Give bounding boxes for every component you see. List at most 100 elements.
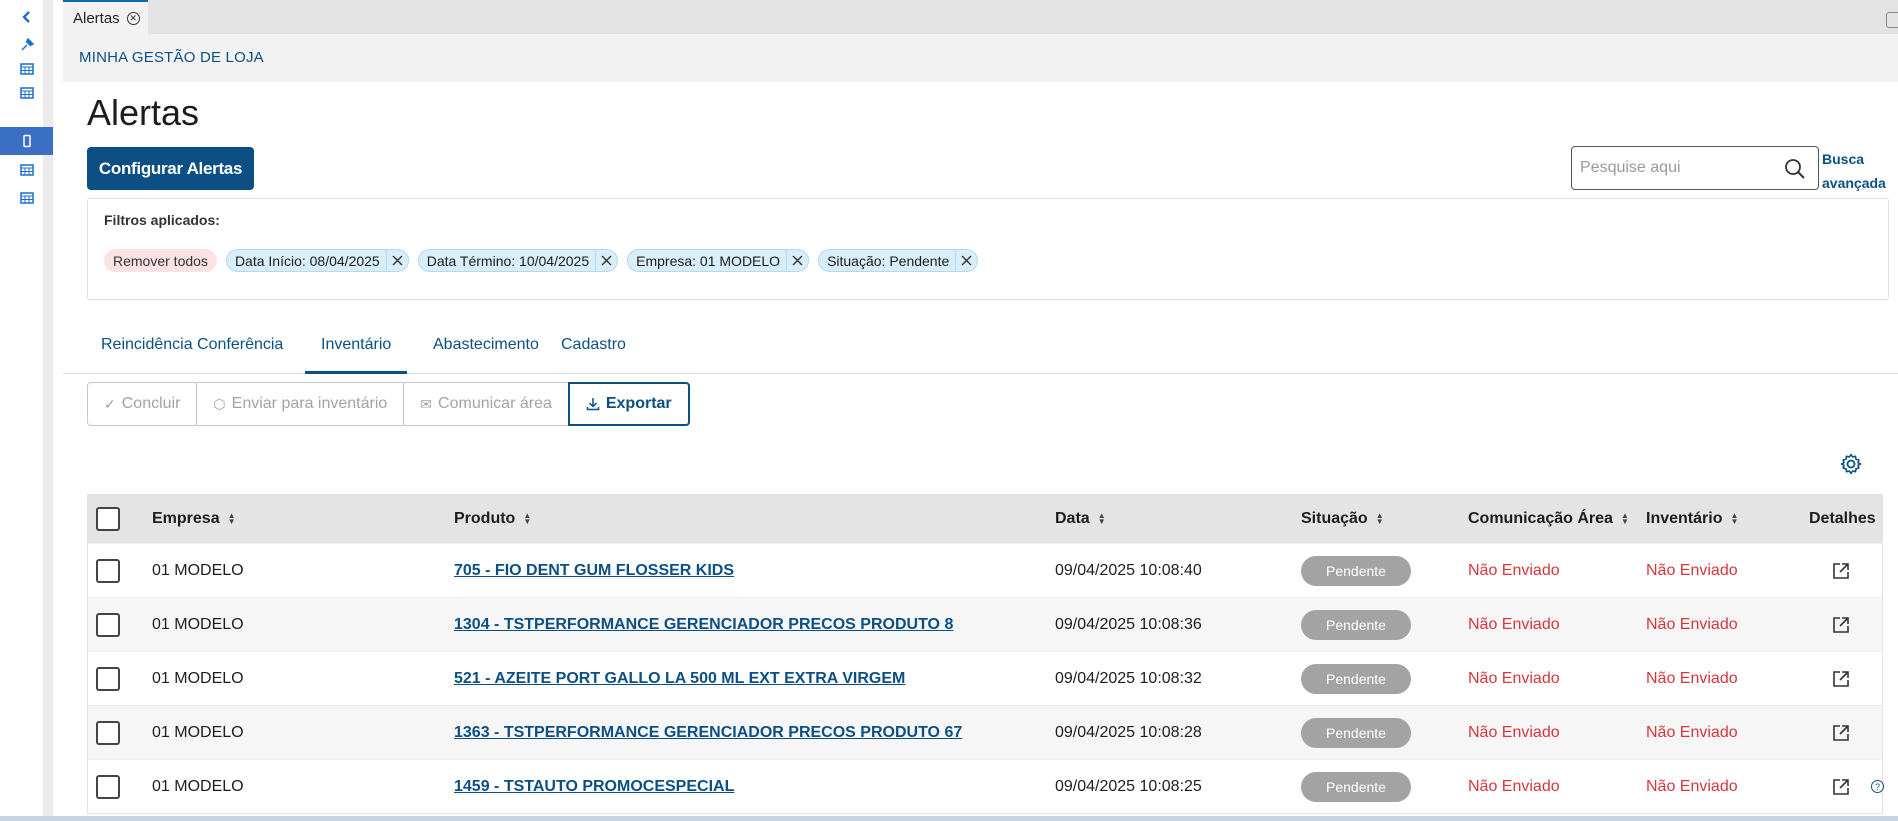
product-link[interactable]: 705 - FIO DENT GUM FLOSSER KIDS [454,544,734,597]
sort-icon[interactable]: ▲ ▼ [1621,512,1629,526]
send-to-inventory-button[interactable]: ⬡ Enviar para inventário [196,382,405,426]
close-tab-icon[interactable]: ✕ [126,11,140,25]
status-badge: Pendente [1301,609,1411,640]
external-link-icon[interactable] [1831,777,1851,797]
sort-icon[interactable]: ▲ ▼ [1376,512,1384,526]
window-tab-alertas[interactable]: Alertas ✕ [63,0,148,34]
table-row: 01 MODELO 705 - FIO DENT GUM FLOSSER KID… [88,543,1882,597]
tab-cadastro[interactable]: Cadastro [545,336,642,374]
tab-abastecimento[interactable]: Abastecimento [417,336,555,374]
sort-icon[interactable]: ▲ ▼ [1730,512,1738,526]
cell-comunicacao-area: Não Enviado [1468,777,1560,795]
cell-situacao: Pendente [1301,652,1411,705]
row-checkbox[interactable] [96,558,120,583]
external-link-icon[interactable] [1831,615,1851,635]
row-checkbox[interactable] [96,612,120,637]
chevron-left-icon [21,11,30,23]
sort-icon[interactable]: ▲ ▼ [523,512,531,526]
product-link[interactable]: 1363 - TSTPERFORMANCE GERENCIADOR PRECOS… [454,706,962,759]
filter-chip-start-date: Data Início: 08/04/2025 [225,249,409,272]
alerts-table: Empresa ▲ ▼ Produto ▲ ▼ Data ▲ ▼ Situação ▲ ▼ Co… [87,494,1883,814]
check-icon: ✓ [104,395,116,412]
export-label: Exportar [605,395,672,412]
cell-comunicacao-area: Não Enviado [1468,615,1560,633]
tab-reincidencia-conferencia[interactable]: Reincidência Conferência [85,336,299,374]
table-icon [19,87,34,99]
sort-icon[interactable]: ▲ ▼ [1098,512,1106,526]
box-icon: ⬡ [213,395,226,412]
row-checkbox[interactable] [96,774,120,799]
sidebar-item-table-3[interactable] [0,156,53,184]
product-link[interactable]: 1304 - TSTPERFORMANCE GERENCIADOR PRECOS… [454,598,953,651]
status-badge: Pendente [1301,771,1411,802]
configure-alerts-button[interactable]: Configurar Alertas [87,147,254,190]
cell-inventario: Não Enviado [1646,615,1738,633]
send-to-inventory-label: Enviar para inventário [231,395,388,412]
column-header-empresa[interactable]: Empresa ▲ ▼ [152,495,236,543]
cell-inventario: Não Enviado [1646,669,1738,687]
sidebar-item-mobile[interactable] [0,127,53,155]
remove-all-filters-button[interactable]: Remover todos [104,249,217,272]
table-row: 01 MODELO 1459 - TSTAUTO PROMOCESPECIAL … [88,759,1882,813]
column-header-inventario[interactable]: Inventário ▲ ▼ [1646,495,1738,543]
notify-area-button[interactable]: ✉ Comunicar área [403,382,569,426]
column-header-situacao[interactable]: Situação ▲ ▼ [1301,495,1384,543]
table-icon [19,164,34,176]
product-link[interactable]: 1459 - TSTAUTO PROMOCESPECIAL [454,760,734,813]
sidebar-item-table-4[interactable] [0,184,53,212]
applied-filters-panel: Filtros aplicados: Remover todos Data In… [87,198,1889,300]
row-checkbox[interactable] [96,720,120,745]
search-input[interactable] [1580,157,1770,179]
alert-tabs: Reincidência Conferência Inventário Abas… [63,330,1898,374]
window-tab-label: Alertas [73,9,120,27]
search-box [1571,146,1819,190]
cell-inventario: Não Enviado [1646,723,1738,741]
select-all-checkbox[interactable] [96,507,120,531]
row-select-cell [96,544,120,597]
export-button[interactable]: Exportar [567,382,690,426]
cell-situacao: Pendente [1301,598,1411,651]
cell-data: 09/04/2025 10:08:36 [1055,615,1202,633]
column-header-comunicacao-area[interactable]: Comunicação Área ▲ ▼ [1468,495,1629,543]
row-select-cell [96,706,120,759]
search-icon[interactable] [1784,158,1806,180]
column-header-detalhes: Detalhes [1809,495,1876,543]
collapse-sidebar-button[interactable] [0,3,53,31]
table-header: Empresa ▲ ▼ Produto ▲ ▼ Data ▲ ▼ Situação ▲ ▼ Co… [88,495,1882,543]
column-header-label: Data [1055,510,1090,527]
conclude-button[interactable]: ✓ Concluir [87,382,198,426]
status-badge: Pendente [1301,663,1411,694]
sidebar-item-table-2[interactable] [0,79,53,107]
window-menu-icon[interactable] [1886,12,1898,28]
column-header-label: Empresa [152,510,220,527]
filter-chip-label: Situação: Pendente [827,252,950,269]
cell-inventario: Não Enviado [1646,561,1738,579]
remove-filter-icon[interactable] [786,249,808,272]
cell-detalhes [1831,652,1851,705]
sort-icon[interactable]: ▲ ▼ [228,512,236,526]
row-checkbox[interactable] [96,666,120,691]
gear-icon[interactable] [1839,452,1863,476]
external-link-icon[interactable] [1831,723,1851,743]
column-header-data[interactable]: Data ▲ ▼ [1055,495,1106,543]
remove-filter-icon[interactable] [385,249,408,272]
cell-detalhes [1831,544,1851,597]
breadcrumb[interactable]: MINHA GESTÃO DE LOJA [79,49,264,66]
filter-chip-label: Empresa: 01 MODELO [636,252,781,269]
remove-filter-icon[interactable] [955,249,977,272]
advanced-search-link[interactable]: Busca avançada [1822,147,1898,195]
external-link-icon[interactable] [1831,561,1851,581]
row-select-cell [96,652,120,705]
cell-empresa: 01 MODELO [152,561,244,579]
column-header-produto[interactable]: Produto ▲ ▼ [454,495,531,543]
filter-chip-end-date: Data Término: 10/04/2025 [417,249,619,272]
cell-situacao: Pendente [1301,706,1411,759]
bottom-scrollbar[interactable] [0,816,1898,821]
remove-filter-icon[interactable] [595,249,617,272]
help-icon[interactable]: ? [1871,780,1884,793]
tab-inventario[interactable]: Inventário [305,336,408,374]
row-select-cell [96,598,120,651]
external-link-icon[interactable] [1831,669,1851,689]
product-link[interactable]: 521 - AZEITE PORT GALLO LA 500 ML EXT EX… [454,652,905,705]
cell-data: 09/04/2025 10:08:25 [1055,777,1202,795]
